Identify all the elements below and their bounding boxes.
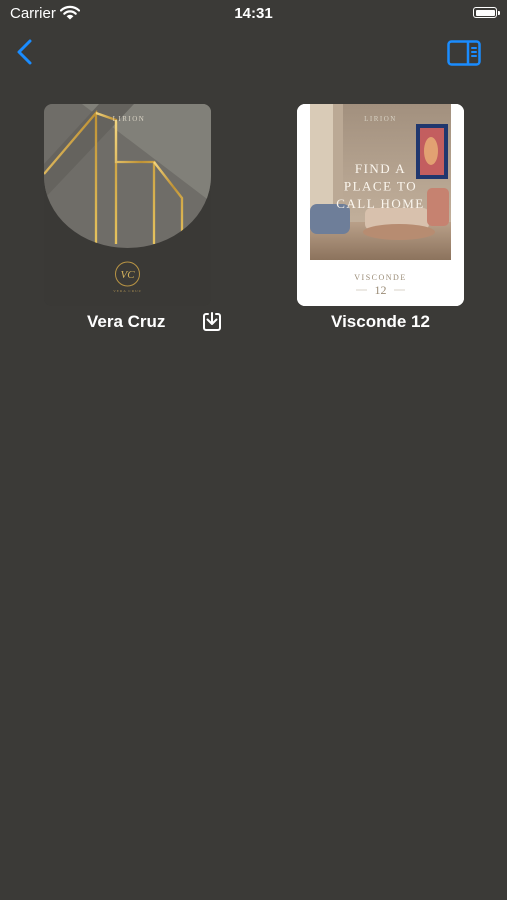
headline-line-3: CALL HOME	[336, 196, 425, 211]
brand-mark: LIRION	[364, 115, 397, 123]
project-name: VISCONDE	[354, 273, 406, 282]
project-number: 12	[375, 283, 387, 297]
catalog-cover-vera-cruz[interactable]: LIRION VC VERA CRUZ	[44, 104, 211, 306]
catalog-cover-visconde-12[interactable]: LIRION FIND A PLACE TO CALL HOME VISCOND…	[297, 104, 464, 306]
vera-cruz-cover-art: LIRION VC VERA CRUZ	[44, 104, 211, 306]
cover-caption: VERA CRUZ	[113, 289, 142, 293]
sidebar-toggle-icon	[447, 40, 481, 66]
sidebar-toggle-button[interactable]	[447, 39, 481, 67]
catalog-title-vera-cruz: Vera Cruz	[87, 312, 166, 331]
monogram: VC	[120, 269, 135, 281]
interior-photo-image: LIRION FIND A PLACE TO CALL HOME VISCOND…	[297, 104, 464, 306]
headline-line-2: PLACE TO	[344, 179, 417, 194]
status-bar: Carrier 14:31	[0, 0, 507, 30]
brand-mark: LIRION	[113, 115, 146, 123]
download-icon	[203, 312, 221, 331]
back-button[interactable]	[14, 38, 38, 68]
headline-line-1: FIND A	[355, 161, 406, 176]
download-button[interactable]	[201, 311, 223, 333]
battery-icon	[473, 7, 500, 18]
chevron-left-icon	[17, 39, 32, 65]
status-time: 14:31	[234, 5, 273, 22]
catalog-title-visconde-12: Visconde 12	[331, 312, 430, 331]
